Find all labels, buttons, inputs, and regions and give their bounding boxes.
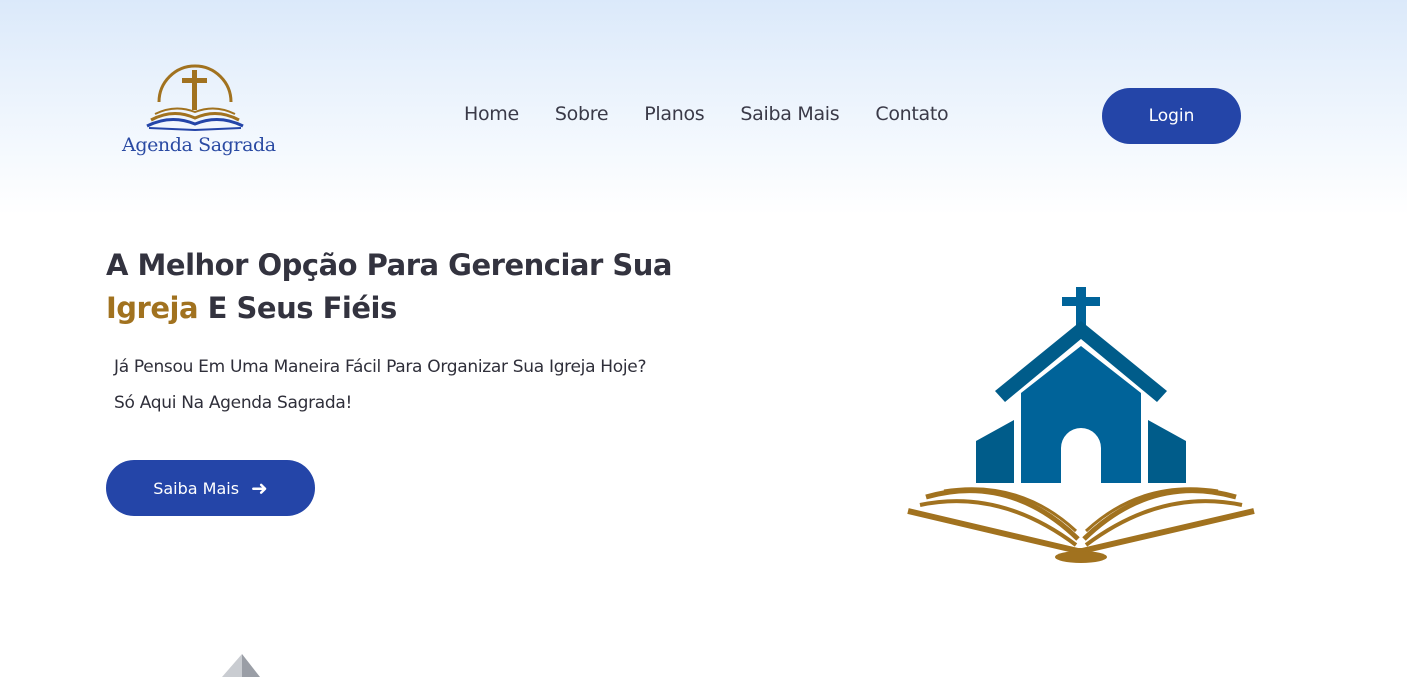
hero-title-line1: A Melhor Opção Para Gerenciar Sua xyxy=(106,248,672,282)
brand-name: Agenda Sagrada xyxy=(122,134,276,156)
saiba-mais-button[interactable]: Saiba Mais ➜ xyxy=(106,460,315,516)
cta-label: Saiba Mais xyxy=(153,478,240,498)
hero-title-accent: Igreja xyxy=(106,291,199,325)
nav-sobre[interactable]: Sobre xyxy=(555,103,609,125)
cross-bible-logo-icon xyxy=(146,64,244,132)
site-header: Agenda Sagrada Home Sobre Planos Saiba M… xyxy=(0,0,1407,220)
hero-title-line2: E Seus Fiéis xyxy=(198,291,398,325)
hero-title: A Melhor Opção Para Gerenciar Sua Igreja… xyxy=(106,244,706,330)
arrow-right-icon: ➜ xyxy=(251,476,268,500)
nav-saiba-mais[interactable]: Saiba Mais xyxy=(740,103,839,125)
nav-contato[interactable]: Contato xyxy=(875,103,948,125)
steeple-image xyxy=(222,654,260,677)
hero-subtitle: Já Pensou Em Uma Maneira Fácil Para Orga… xyxy=(114,349,714,421)
hero-subtitle-line2: Só Aqui Na Agenda Sagrada! xyxy=(114,393,353,413)
church-with-open-book-icon xyxy=(907,287,1255,563)
nav-planos[interactable]: Planos xyxy=(644,103,704,125)
hero-subtitle-line1: Já Pensou Em Uma Maneira Fácil Para Orga… xyxy=(114,357,647,377)
main-nav: Home Sobre Planos Saiba Mais Contato xyxy=(464,103,949,125)
nav-home[interactable]: Home xyxy=(464,103,519,125)
login-button[interactable]: Login xyxy=(1102,88,1241,144)
brand-logo[interactable]: Agenda Sagrada xyxy=(118,62,276,162)
